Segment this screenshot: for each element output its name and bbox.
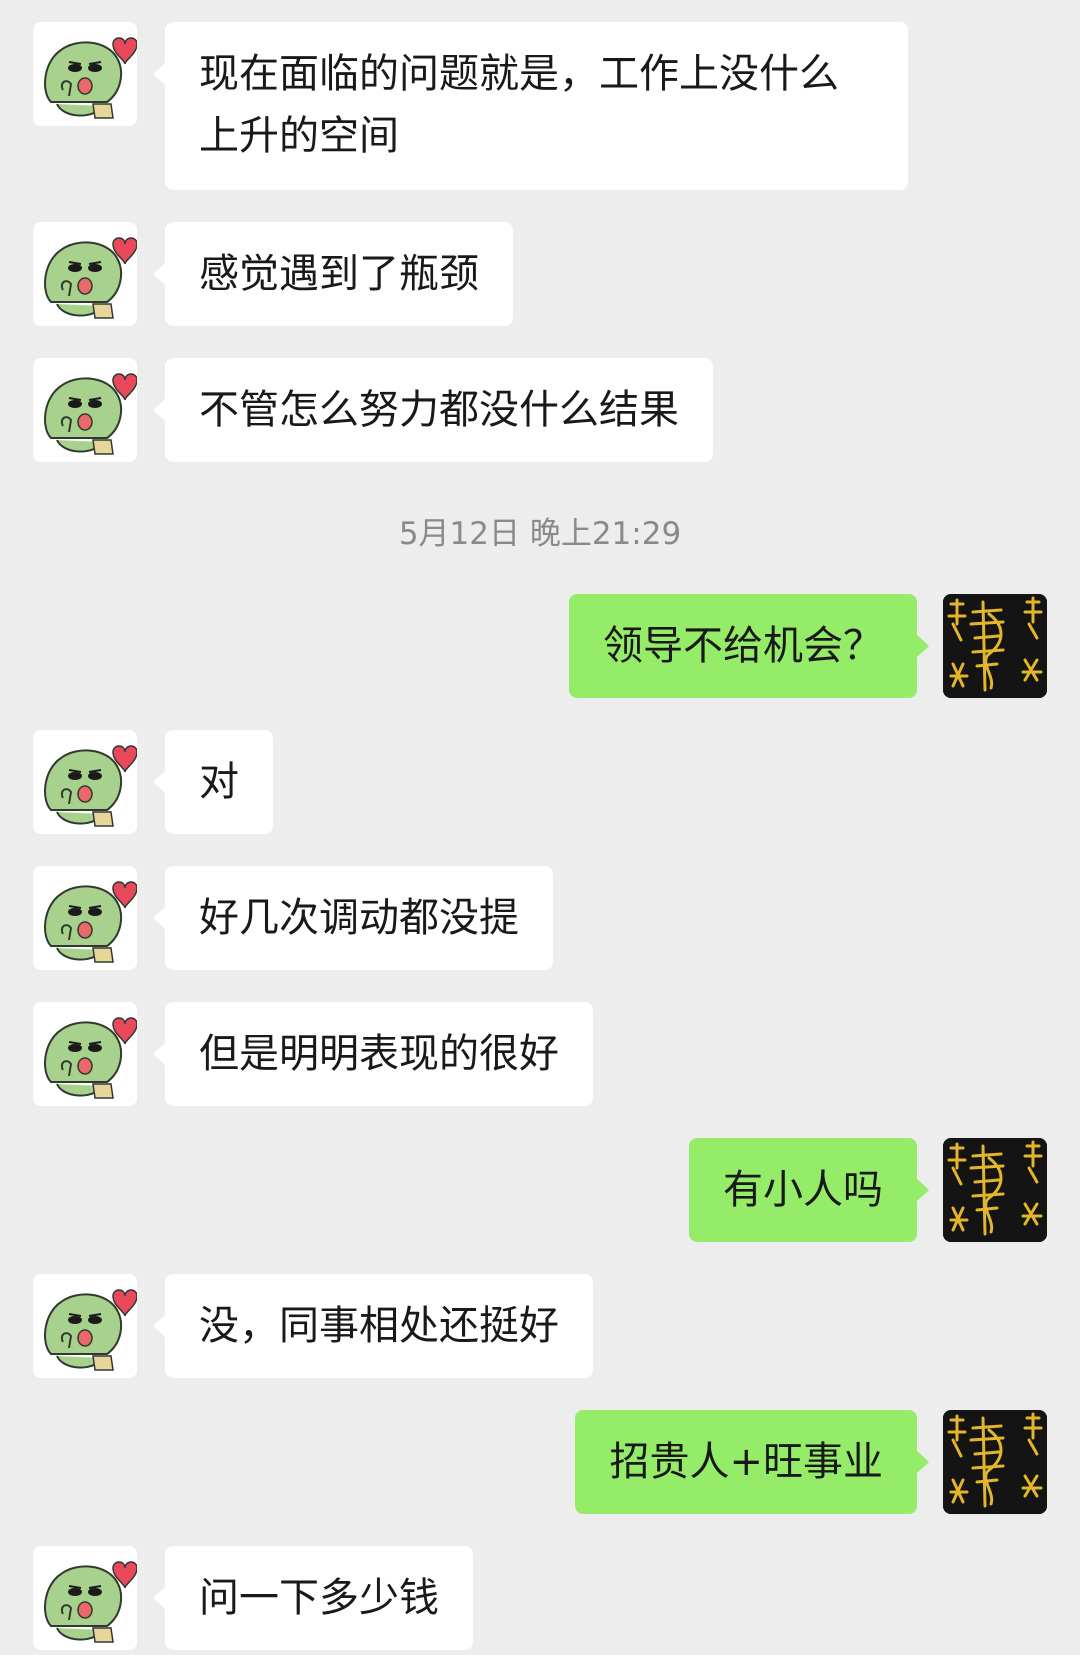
my-avatar[interactable] <box>943 594 1047 698</box>
contact-avatar[interactable] <box>33 1274 137 1378</box>
message-bubble[interactable]: 但是明明表现的很好 <box>153 1002 593 1106</box>
message-bubble[interactable]: 感觉遇到了瓶颈 <box>153 222 513 326</box>
contact-avatar[interactable] <box>33 1002 137 1106</box>
message-bubble[interactable]: 领导不给机会？ <box>569 594 929 698</box>
message-bubble[interactable]: 招贵人+旺事业 <box>575 1410 929 1514</box>
contact-avatar[interactable] <box>33 358 137 462</box>
contact-avatar[interactable] <box>33 1546 137 1650</box>
dinosaur-sticker-icon <box>33 222 137 326</box>
timestamp: 5月12日 晚上21:29 <box>398 516 682 552</box>
dinosaur-sticker-icon <box>33 866 137 970</box>
contact-avatar[interactable] <box>33 730 137 834</box>
dinosaur-sticker-icon <box>33 1002 137 1106</box>
message-bubble[interactable]: 不管怎么努力都没什么结果 <box>153 358 713 462</box>
dinosaur-sticker-icon <box>33 358 137 462</box>
calligraphy-talisman-icon <box>943 1410 1047 1514</box>
dinosaur-sticker-icon <box>33 730 137 834</box>
calligraphy-talisman-icon <box>943 1138 1047 1242</box>
message-bubble[interactable]: 问一下多少钱 <box>153 1546 473 1650</box>
calligraphy-talisman-icon <box>943 594 1047 698</box>
dinosaur-sticker-icon <box>33 1546 137 1650</box>
message-bubble[interactable]: 对 <box>153 730 273 834</box>
message-bubble[interactable]: 现在面临的问题就是，工作上没什么上升的空间 <box>153 22 908 190</box>
contact-avatar[interactable] <box>33 866 137 970</box>
message-bubble[interactable]: 好几次调动都没提 <box>153 866 553 970</box>
contact-avatar[interactable] <box>33 22 137 126</box>
message-bubble[interactable]: 有小人吗 <box>689 1138 929 1242</box>
dinosaur-sticker-icon <box>33 22 137 126</box>
my-avatar[interactable] <box>943 1410 1047 1514</box>
my-avatar[interactable] <box>943 1138 1047 1242</box>
dinosaur-sticker-icon <box>33 1274 137 1378</box>
contact-avatar[interactable] <box>33 222 137 326</box>
message-bubble[interactable]: 没，同事相处还挺好 <box>153 1274 593 1378</box>
